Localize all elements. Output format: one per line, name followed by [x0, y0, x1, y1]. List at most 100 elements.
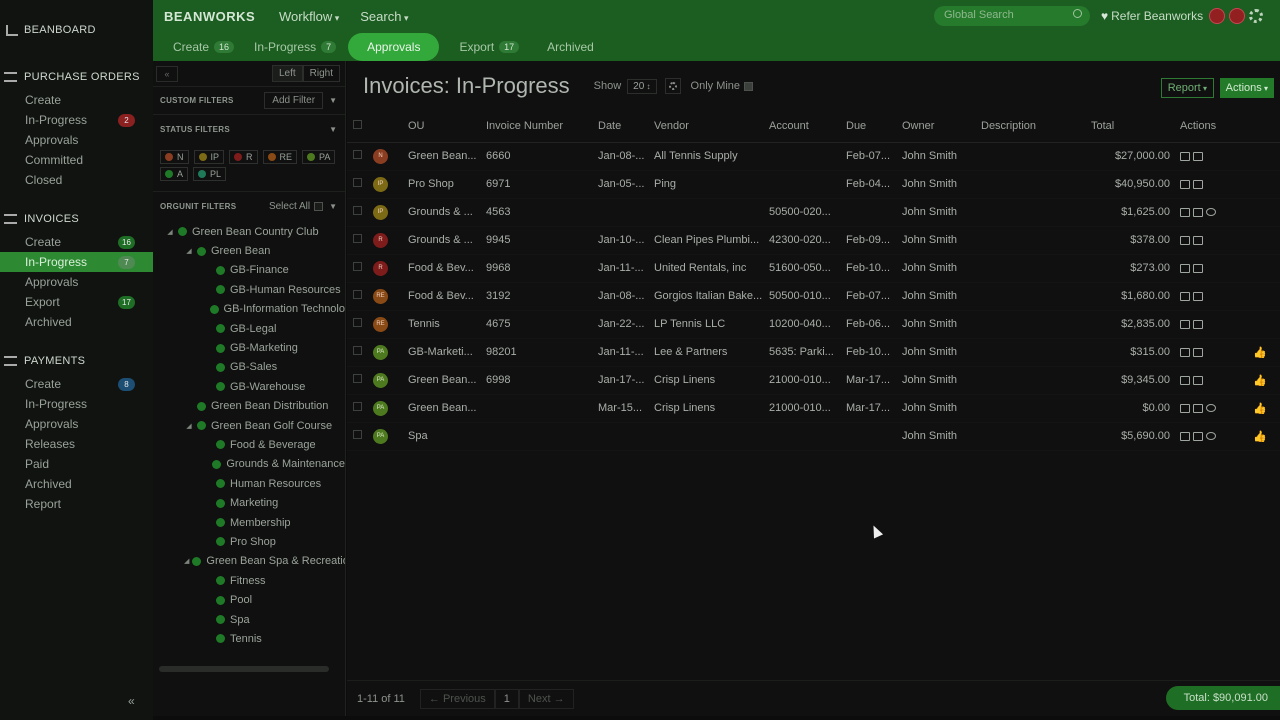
orgunit-node[interactable]: GB-Finance	[153, 261, 345, 280]
purchase-orders-header[interactable]: PURCHASE ORDERS	[0, 64, 153, 90]
edit-icon[interactable]	[1180, 403, 1190, 413]
chevron-down-icon[interactable]: ▼	[329, 96, 337, 105]
table-row[interactable]: IP Pro Shop 6971 Jan-05-... Ping Feb-04... Joh…	[347, 170, 1280, 199]
image-icon[interactable]	[1193, 207, 1203, 217]
sidebar-item-archived[interactable]: Archived	[0, 312, 153, 332]
selected-dot-icon[interactable]	[178, 227, 187, 237]
selected-dot-icon[interactable]	[216, 537, 225, 547]
orgunit-node[interactable]: GB-Sales	[153, 358, 345, 377]
selected-dot-icon[interactable]	[216, 498, 225, 508]
selected-dot-icon[interactable]	[216, 595, 225, 605]
image-icon[interactable]	[1193, 263, 1203, 273]
column-settings-button[interactable]	[664, 78, 681, 94]
orgunit-node[interactable]: Fitness	[153, 571, 345, 590]
sidebar-item-approvals[interactable]: Approvals	[0, 130, 153, 150]
column-header-vendor[interactable]: Vendor	[654, 111, 769, 143]
expand-toggle-icon[interactable]: ◢	[184, 557, 189, 565]
chevron-down-icon[interactable]: ▼	[329, 125, 337, 134]
selected-dot-icon[interactable]	[216, 324, 225, 334]
search-menu[interactable]: Search	[360, 9, 408, 24]
sidebar-item-committed[interactable]: Committed	[0, 150, 153, 170]
table-row[interactable]: PA Green Bean... Mar-15... Crisp Linens 2100…	[347, 394, 1280, 423]
cell-inv[interactable]: 9968	[486, 254, 598, 283]
row-checkbox[interactable]	[353, 150, 362, 159]
cell-inv[interactable]: 6660	[486, 142, 598, 171]
image-icon[interactable]	[1193, 151, 1203, 161]
orgunit-node[interactable]: Food & Beverage	[153, 435, 345, 454]
status-chip-r[interactable]: R	[229, 150, 258, 164]
select-all[interactable]: Select All ▼	[269, 201, 337, 212]
sidebar-item-in-progress[interactable]: In-Progress 7	[0, 252, 153, 272]
orgunit-node[interactable]: Membership	[153, 513, 345, 532]
orgunit-node[interactable]: ◢ Green Bean Country Club	[153, 222, 345, 241]
image-icon[interactable]	[1193, 431, 1203, 441]
selected-dot-icon[interactable]	[197, 421, 206, 431]
selected-dot-icon[interactable]	[216, 343, 225, 353]
collapse-sidebar-icon[interactable]: «	[128, 694, 135, 708]
selected-dot-icon[interactable]	[197, 246, 206, 256]
table-row[interactable]: N Green Bean... 6660 Jan-08-... All Tennis S…	[347, 142, 1280, 171]
orgunit-node[interactable]: ◢ Green Bean Spa & Recreation	[153, 552, 345, 571]
sidebar-item-paid[interactable]: Paid	[0, 454, 153, 474]
comment-icon[interactable]	[1206, 432, 1216, 440]
expand-toggle-icon[interactable]: ◢	[184, 422, 194, 430]
selected-dot-icon[interactable]	[216, 265, 225, 275]
column-header-account[interactable]: Account	[769, 111, 846, 143]
image-icon[interactable]	[1193, 403, 1203, 413]
invoices-header[interactable]: INVOICES	[0, 206, 153, 232]
column-header-due[interactable]: Due	[846, 111, 902, 143]
horizontal-scrollbar[interactable]	[159, 666, 329, 672]
selected-dot-icon[interactable]	[216, 615, 225, 624]
table-row[interactable]: PA GB-Marketi... 98201 Jan-11-... Lee & Part…	[347, 338, 1280, 367]
column-header-invoice-number[interactable]: Invoice Number	[486, 111, 598, 143]
next-page-button[interactable]: Next →	[518, 688, 574, 709]
payments-header[interactable]: PAYMENTS	[0, 348, 153, 374]
only-mine-checkbox[interactable]	[744, 81, 754, 91]
edit-icon[interactable]	[1180, 375, 1190, 385]
cell-inv[interactable]: 4563	[486, 198, 598, 227]
status-chip-re[interactable]: RE	[262, 150, 298, 164]
comment-icon[interactable]	[1206, 208, 1216, 216]
image-icon[interactable]	[1193, 179, 1203, 189]
orgunit-node[interactable]: GB-Human Resources	[153, 280, 345, 299]
row-checkbox[interactable]	[353, 178, 362, 187]
settings-gear-icon[interactable]	[1249, 9, 1263, 23]
selected-dot-icon[interactable]	[197, 401, 206, 411]
image-icon[interactable]	[1193, 319, 1203, 329]
orgunit-node[interactable]: Grounds & Maintenance	[153, 455, 345, 474]
selected-dot-icon[interactable]	[209, 304, 219, 314]
header-checkbox[interactable]	[353, 120, 362, 130]
tab-export[interactable]: Export 17	[459, 40, 520, 54]
global-search-input[interactable]: Global Search	[934, 6, 1090, 26]
selected-dot-icon[interactable]	[216, 382, 225, 392]
orgunit-node[interactable]: GB-Information Technolo	[153, 300, 345, 319]
cell-inv[interactable]: 6998	[486, 366, 598, 395]
image-icon[interactable]	[1193, 375, 1203, 385]
left-button[interactable]: Left	[271, 65, 303, 82]
row-checkbox[interactable]	[353, 206, 362, 215]
cell-inv[interactable]: 98201	[486, 338, 598, 367]
sidebar-item-create[interactable]: Create 8	[0, 374, 153, 394]
right-button[interactable]: Right	[302, 65, 340, 82]
tab-in-progress[interactable]: In-Progress 7	[254, 40, 337, 54]
select-all-rows[interactable]	[347, 111, 373, 143]
edit-icon[interactable]	[1180, 263, 1190, 273]
sidebar-item-create[interactable]: Create	[0, 90, 153, 110]
edit-icon[interactable]	[1180, 291, 1190, 301]
comment-icon[interactable]	[1206, 404, 1216, 412]
image-icon[interactable]	[1193, 235, 1203, 245]
column-header-date[interactable]: Date	[598, 111, 654, 143]
sidebar-item-releases[interactable]: Releases	[0, 434, 153, 454]
notification-icon[interactable]	[1229, 8, 1245, 24]
orgunit-node[interactable]: Tennis	[153, 629, 345, 648]
workflow-menu[interactable]: Workflow	[279, 9, 339, 24]
edit-icon[interactable]	[1180, 235, 1190, 245]
orgunit-node[interactable]: Marketing	[153, 493, 345, 512]
page-size-select[interactable]: 20	[627, 78, 657, 94]
cell-inv[interactable]: 4675	[486, 310, 598, 339]
selected-dot-icon[interactable]	[212, 459, 222, 469]
column-header-total[interactable]: Total	[1091, 111, 1180, 143]
orgunit-node[interactable]: Green Bean Distribution	[153, 397, 345, 416]
table-row[interactable]: R Food & Bev... 9968 Jan-11-... United Renta…	[347, 254, 1280, 283]
sidebar-item-approvals[interactable]: Approvals	[0, 272, 153, 292]
